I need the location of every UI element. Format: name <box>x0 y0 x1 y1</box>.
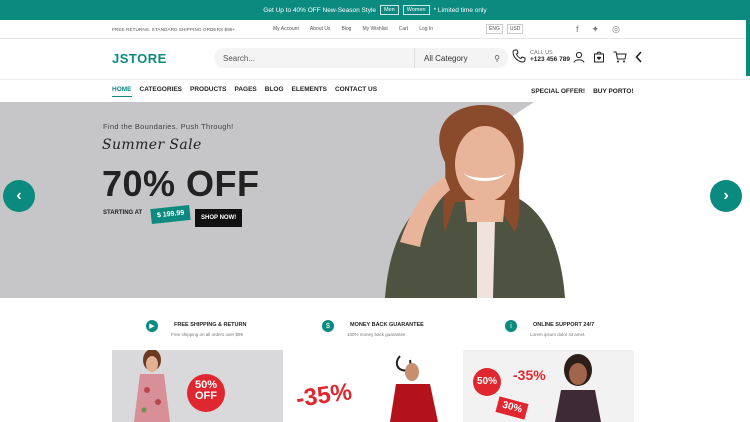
nav-home[interactable]: HOME <box>112 86 132 97</box>
money-bag-icon: $ <box>322 320 334 332</box>
header: JSTORE Search... All Category ⚲ CALL US … <box>0 39 750 79</box>
nav-buy-porto[interactable]: BUY PORTO! <box>593 88 634 95</box>
search-input[interactable]: Search... <box>214 54 414 63</box>
cart-icon[interactable] <box>613 51 627 66</box>
slider-next-button[interactable]: › <box>710 180 742 212</box>
promo-badge-1: 50% OFF <box>187 374 225 412</box>
truck-icon: ▶ <box>146 320 158 332</box>
promo-bar: Get Up to 40% OFF New-Season Style Men W… <box>0 0 750 20</box>
phone-number[interactable]: +123 456 789 <box>530 56 570 63</box>
chevron-left-icon[interactable] <box>635 51 643 66</box>
shop-now-button[interactable]: SHOP NOW! <box>195 209 243 227</box>
instagram-icon[interactable]: ◎ <box>612 24 620 35</box>
about-us-link[interactable]: About Us <box>310 26 331 32</box>
promo-badge-3a: 50% <box>473 368 501 396</box>
search-icon[interactable]: ⚲ <box>486 54 508 63</box>
promo-text: Get Up to 40% OFF New-Season Style <box>263 6 377 14</box>
phone-icon <box>512 49 526 63</box>
hero-starting-label: STARTING AT <box>103 210 143 216</box>
facebook-icon[interactable]: f <box>576 24 579 35</box>
hero-headline: 70% OFF <box>102 163 260 204</box>
category-select[interactable]: All Category <box>414 48 486 68</box>
promo-women-link[interactable]: Women <box>402 5 430 15</box>
user-icon[interactable] <box>573 51 585 66</box>
info-icon: i <box>505 320 517 332</box>
nav-products[interactable]: PRODUCTS <box>190 86 226 97</box>
call-us: CALL US +123 456 789 <box>512 49 570 63</box>
features-row: ▶ FREE SHIPPING & RETURN Free shipping o… <box>0 298 750 350</box>
feature-title: FREE SHIPPING & RETURN <box>174 322 247 328</box>
promo-card-3[interactable]: 50% -35% 30% <box>463 350 634 422</box>
feature-title: ONLINE SUPPORT 24/7 <box>533 322 595 328</box>
hero-slider: Find the Boundaries. Push Through! Summe… <box>0 102 750 298</box>
feature-subtitle: Lorem ipsum dolor sit amet. <box>530 332 586 337</box>
blog-link[interactable]: Blog <box>341 26 351 32</box>
promo-card-1[interactable]: 50% OFF <box>112 350 283 422</box>
promo-suffix: * Limited time only <box>433 6 487 14</box>
nav-blog[interactable]: BLOG <box>265 86 284 97</box>
hero-tagline: Find the Boundaries. Push Through! <box>103 122 234 131</box>
logo[interactable]: JSTORE <box>112 51 167 66</box>
feature-subtitle: 100% money back guarantee <box>347 332 406 337</box>
nav-elements[interactable]: ELEMENTS <box>292 86 327 97</box>
currency-select[interactable]: USD <box>506 24 524 34</box>
cart-link[interactable]: Cart <box>399 26 408 32</box>
wishlist-link[interactable]: My Wishlist <box>362 26 387 32</box>
promo-card-2[interactable]: -35% <box>288 350 459 422</box>
nav-contact-us[interactable]: CONTACT US <box>335 86 377 97</box>
top-bar: FREE RETURNS. STANDARD SHIPPING ORDERS $… <box>0 20 750 39</box>
scrollbar[interactable] <box>746 20 750 76</box>
search-bar: Search... All Category ⚲ <box>214 48 508 68</box>
promo-badge-3b: -35% <box>513 367 546 383</box>
promo-cards: 50% OFF -35% 50% -35% 30% <box>0 350 750 422</box>
feature-subtitle: Free shipping on all orders over $99 <box>171 332 244 337</box>
wishlist-icon[interactable] <box>593 51 605 66</box>
hero-price-badge: $ 199.99 <box>150 204 191 225</box>
main-nav: HOME CATEGORIES PRODUCTS PAGES BLOG ELEM… <box>0 79 750 102</box>
nav-categories[interactable]: CATEGORIES <box>140 86 183 97</box>
language-select[interactable]: ENG <box>486 24 503 34</box>
feature-title: MONEY BACK GUARANTEE <box>350 322 424 328</box>
nav-special-offer[interactable]: SPECIAL OFFER! <box>531 88 585 95</box>
hero-title: Summer Sale <box>102 137 202 153</box>
promo-men-link[interactable]: Men <box>380 5 399 15</box>
nav-pages[interactable]: PAGES <box>234 86 256 97</box>
slider-prev-button[interactable]: ‹ <box>3 180 35 212</box>
top-links: My Account About Us Blog My Wishlist Car… <box>273 26 433 32</box>
shipping-notice: FREE RETURNS. STANDARD SHIPPING ORDERS $… <box>112 26 236 32</box>
my-account-link[interactable]: My Account <box>273 26 299 32</box>
hero-model-image <box>385 104 565 298</box>
twitter-icon[interactable]: ✦ <box>592 24 600 35</box>
login-link[interactable]: Log In <box>419 26 433 32</box>
